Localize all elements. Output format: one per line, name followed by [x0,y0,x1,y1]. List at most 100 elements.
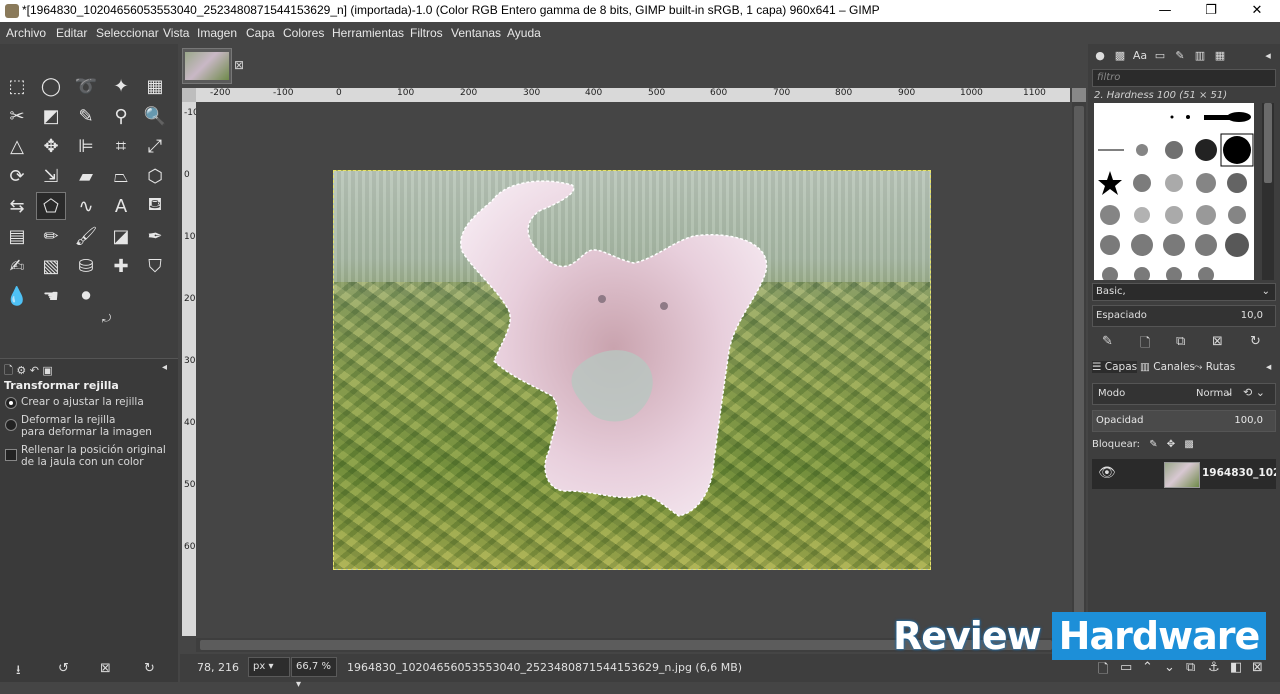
dodge-burn-icon[interactable]: ⚫ [71,282,101,310]
new-brush-icon[interactable]: 🗋 [1140,334,1150,356]
radio-create-adjust[interactable] [5,397,17,409]
minimize-button[interactable]: — [1142,0,1188,22]
document-history-tab-icon[interactable]: ▭ [1152,49,1168,63]
anchor-layer-icon[interactable]: ⚓ [1208,660,1220,675]
vertical-scrollbar-thumb[interactable] [1074,106,1084,632]
heal-icon[interactable]: ✚ [106,252,136,280]
brush-tag-select[interactable]: Basic, ⌄ [1092,283,1276,301]
perspective-icon[interactable]: ⏢ [106,162,136,190]
unified-transform-icon[interactable]: ⤢ [140,132,170,160]
fill-original-checkbox[interactable] [5,449,17,461]
brush-tab-icon[interactable]: ● [1092,49,1108,63]
pencil-icon[interactable]: ✏ [36,222,66,250]
vertical-scrollbar[interactable] [1072,102,1086,636]
scissors-icon[interactable]: ✂ [2,102,32,130]
menu-imagen[interactable]: Imagen [197,26,237,40]
clone-icon[interactable]: ⛁ [71,252,101,280]
fuzzy-select-icon[interactable]: ✦ [106,72,136,100]
gradient-icon[interactable]: ▤ [2,222,32,250]
eraser-icon[interactable]: ◪ [106,222,136,250]
brush-grid[interactable] [1094,103,1254,280]
bucket-fill-icon[interactable]: ⛾ [140,192,170,220]
refresh-brushes-icon[interactable]: ↻ [1250,334,1261,349]
mypaint-brush-icon[interactable]: ▧ [36,252,66,280]
crop-icon[interactable]: ⌗ [106,132,136,160]
airbrush-icon[interactable]: ✒ [140,222,170,250]
perspective-clone-icon[interactable]: ⛉ [140,252,170,280]
menu-ventanas[interactable]: Ventanas [451,26,501,40]
raise-layer-icon[interactable]: ⌃ [1142,660,1153,675]
save-preset-icon[interactable]: ⭳ [16,661,21,683]
gradient-tab-icon[interactable]: ▥ [1192,49,1208,63]
measure-icon[interactable]: △ [2,132,32,160]
dock-menu-icon[interactable]: ◂ [1260,49,1276,63]
font-tab-icon[interactable]: Aa [1132,49,1148,63]
tab-paths[interactable]: ⤳ Rutas [1194,361,1235,374]
shear-icon[interactable]: ▰ [71,162,101,190]
foreground-select-icon[interactable]: ◩ [36,102,66,130]
image-tab[interactable] [182,48,232,84]
quick-mask-toggle[interactable] [182,88,196,102]
layer-opacity-slider[interactable]: Opacidad 100,0 [1092,410,1276,432]
menu-archivo[interactable]: Archivo [6,26,46,40]
tab-layers[interactable]: ☰ Capas [1092,361,1138,373]
color-select-icon[interactable]: ▦ [140,72,170,100]
menu-colores[interactable]: Colores [283,26,324,40]
menu-capa[interactable]: Capa [246,26,275,40]
brush-filter-input[interactable]: filtro [1092,69,1276,87]
menu-editar[interactable]: Editar [56,26,87,40]
maximize-button[interactable]: ❐ [1188,0,1234,22]
rotate-icon[interactable]: ⟳ [2,162,32,190]
duplicate-layer-icon[interactable]: ⧉ [1186,660,1195,675]
free-select-icon[interactable]: ➰ [71,72,101,100]
smudge-icon[interactable]: ☚ [36,282,66,310]
3d-transform-icon[interactable]: ⬡ [140,162,170,190]
palette-tab-icon[interactable]: ▦ [1212,49,1228,63]
rect-select-icon[interactable]: ⬚ [2,72,32,100]
new-layer-group-icon[interactable]: ▭ [1120,660,1132,675]
delete-preset-icon[interactable]: ⊠ [100,661,111,676]
composite-mode-icon[interactable]: ⟲ ⌄ [1243,386,1265,399]
brush-spacing-slider[interactable]: Espaciado 10,0 [1092,305,1276,327]
menu-ayuda[interactable]: Ayuda [507,26,541,40]
lower-layer-icon[interactable]: ⌄ [1164,660,1175,675]
reset-options-icon[interactable]: ↻ [144,661,155,676]
tool-options-tabs[interactable]: 🗋 ⚙ ↶ ▣ [4,362,74,377]
brush-scrollbar-thumb[interactable] [1264,103,1272,183]
layers-panel-menu-icon[interactable]: ◂ [1266,361,1271,373]
mask-icon[interactable]: ◧ [1230,660,1242,675]
radio-deform[interactable] [5,419,17,431]
align-icon[interactable]: ⊫ [71,132,101,160]
blur-icon[interactable]: 💧 [2,282,32,310]
menu-herramientas[interactable]: Herramientas [332,26,404,40]
vertical-ruler[interactable]: -100 0 100 200 300 400 500 600 [182,102,196,636]
ellipse-select-icon[interactable]: ◯ [36,72,66,100]
restore-preset-icon[interactable]: ↺ [58,661,69,676]
menu-seleccionar[interactable]: Seleccionar [96,26,159,40]
close-tab-icon[interactable]: ⊠ [234,58,244,72]
flip-icon[interactable]: ⇆ [2,192,32,220]
layer-mode-row[interactable]: Modo Normal ⌄ ⟲ ⌄ [1092,383,1276,405]
image-canvas[interactable] [333,170,931,570]
pattern-tab-icon[interactable]: ▩ [1112,49,1128,63]
paths-icon[interactable]: ✎ [71,102,101,130]
unit-select[interactable]: px ▾ [248,657,290,677]
menu-filtros[interactable]: Filtros [410,26,443,40]
tab-channels[interactable]: ▥ Canales [1140,361,1195,373]
eye-icon[interactable]: 👁 [1098,465,1116,481]
paintbrush-icon[interactable]: 🖌 [71,222,101,250]
brush-scrollbar[interactable] [1262,103,1274,280]
zoom-icon[interactable]: 🔍 [140,102,170,130]
menu-vista[interactable]: Vista [163,26,189,40]
scale-icon[interactable]: ⇲ [36,162,66,190]
duplicate-brush-icon[interactable]: ⧉ [1176,334,1185,349]
layer-item[interactable]: 👁 1964830_10204656053553040_252348087154… [1092,459,1276,489]
lock-alpha-icon[interactable]: ▩ [1184,439,1193,450]
color-picker-icon[interactable]: ⚲ [106,102,136,130]
panel-menu-icon[interactable]: ◂ [162,362,167,373]
lock-position-icon[interactable]: ✥ [1167,439,1175,450]
delete-brush-icon[interactable]: ⊠ [1212,334,1223,349]
navigate-icon[interactable] [1072,88,1086,102]
warp-transform-icon[interactable]: ∿ [71,192,101,220]
move-icon[interactable]: ✥ [36,132,66,160]
